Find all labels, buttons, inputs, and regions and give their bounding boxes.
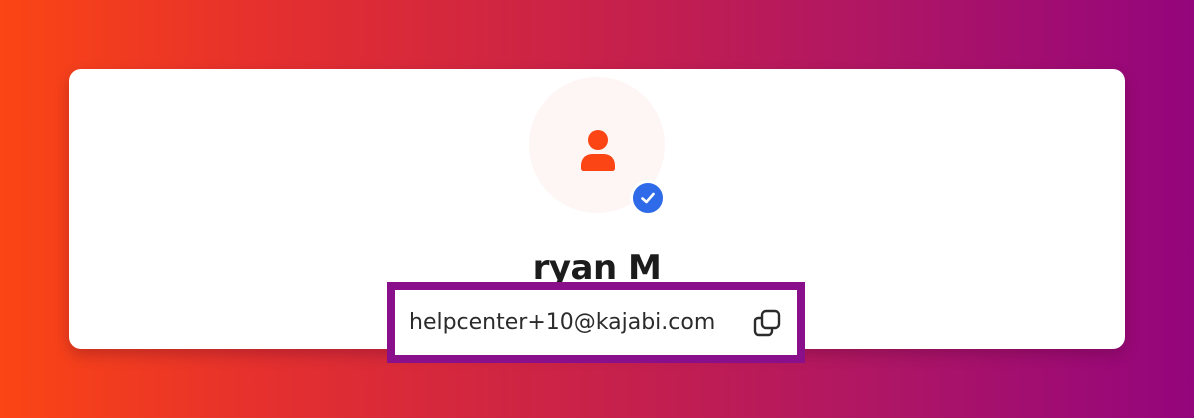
- copy-icon: [753, 309, 781, 336]
- copy-email-button[interactable]: [751, 307, 783, 339]
- email-address: helpcenter+10@kajabi.com: [409, 310, 716, 335]
- verified-badge: [630, 180, 666, 216]
- check-icon: [641, 192, 655, 204]
- person-icon: [581, 130, 615, 171]
- email-highlight: helpcenter+10@kajabi.com: [387, 282, 805, 363]
